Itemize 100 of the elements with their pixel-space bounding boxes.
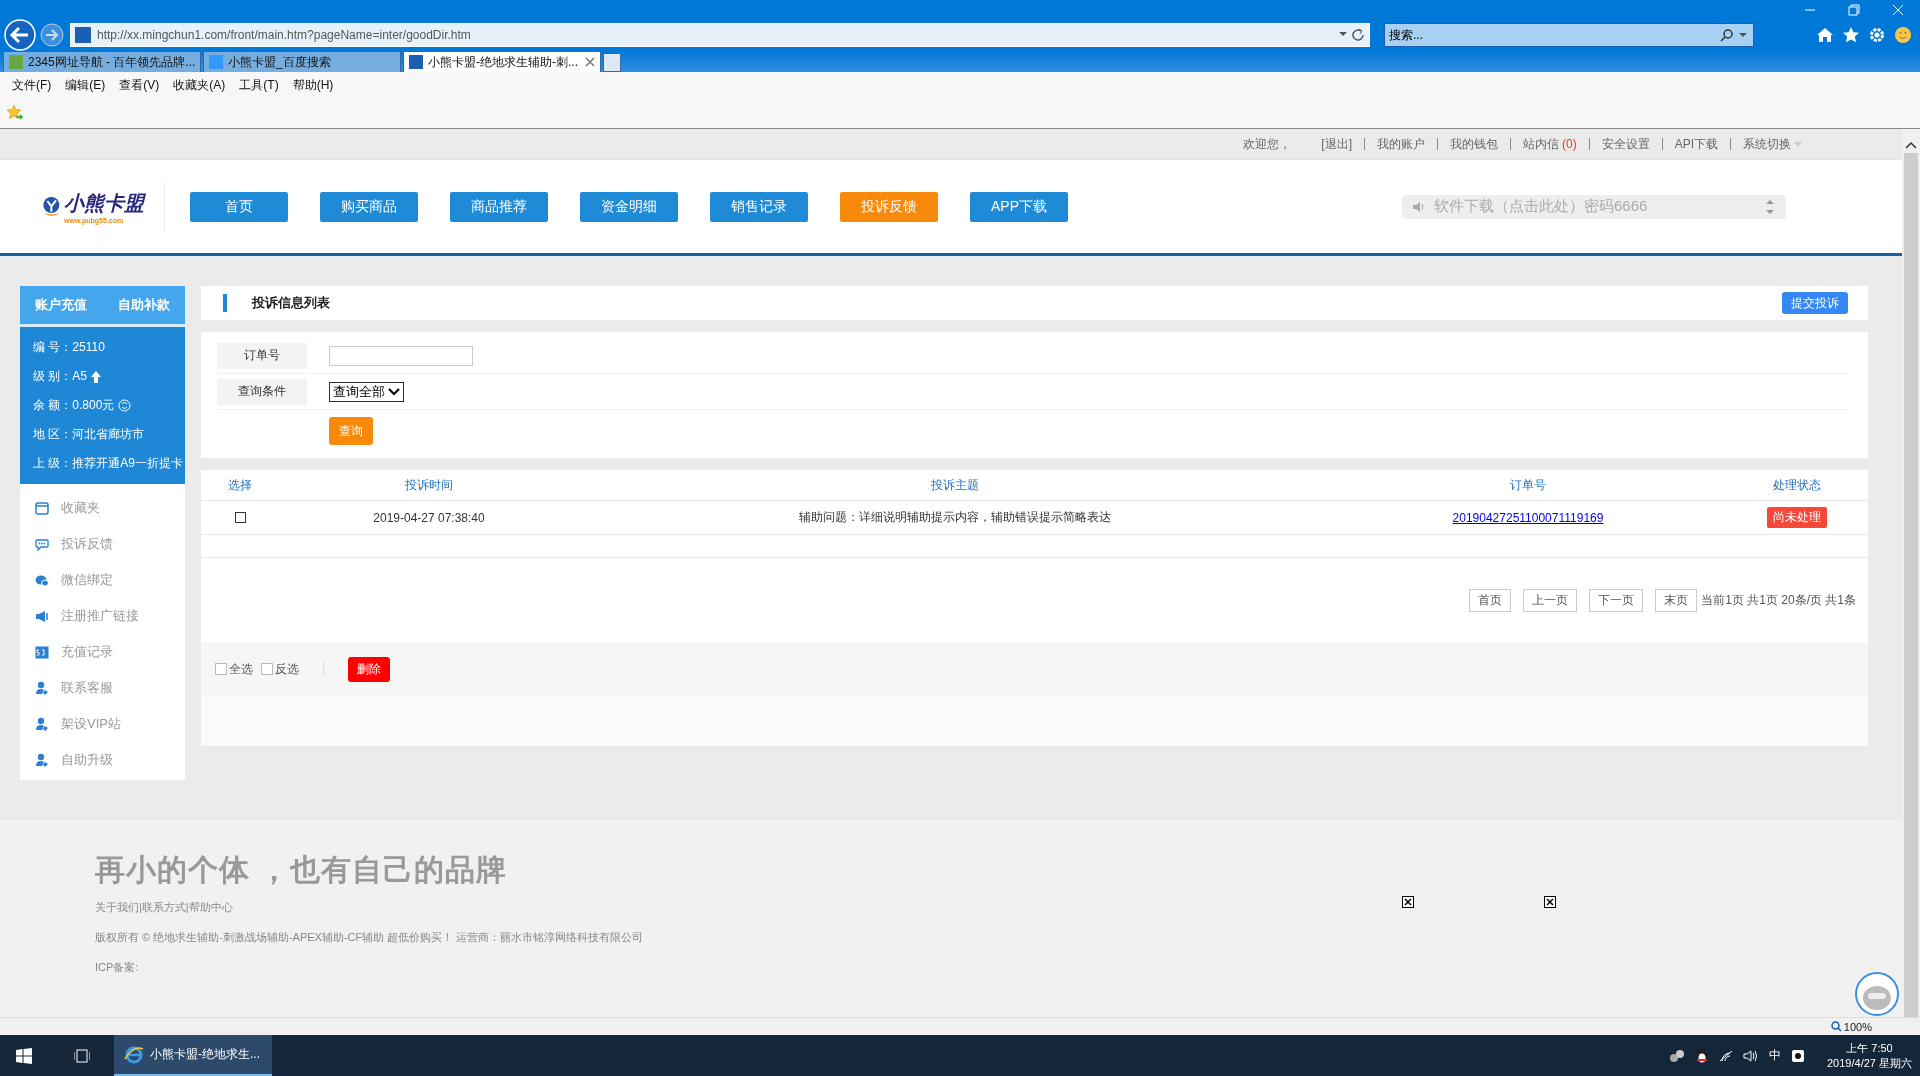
footer-links[interactable]: 关于我们|联系方式|帮助中心	[95, 892, 233, 922]
scrollbar-thumb[interactable]	[1904, 153, 1918, 1017]
search-input[interactable]: 搜索...	[1389, 25, 1719, 45]
account-info-text: 地 区：河北省廊坊市	[33, 426, 145, 443]
sidebar-menu-item[interactable]: 架设VIP站	[35, 706, 121, 742]
megaphone-icon	[35, 609, 49, 623]
browser-tab[interactable]: 小熊卡盟-绝地求生辅助-刺...	[403, 51, 601, 72]
chat-bubble-icon	[35, 537, 49, 551]
speaker-icon	[1412, 200, 1426, 213]
address-field[interactable]: http://xx.mingchun1.com/front/main.htm?pageName=inter/goodDir.htm	[70, 23, 1370, 47]
zoom-level[interactable]: 100%	[1830, 1020, 1872, 1033]
status-badge: 尚未处理	[1766, 507, 1827, 528]
search-field[interactable]: 搜索...	[1384, 23, 1754, 47]
dropdown-caret-icon[interactable]	[388, 387, 400, 396]
delete-button[interactable]: 删除	[348, 656, 390, 682]
folder-icon	[35, 501, 49, 515]
welcome-text: 欢迎您，	[1243, 135, 1292, 153]
row-checkbox[interactable]	[234, 512, 246, 523]
wifi-icon[interactable]	[1719, 1049, 1733, 1062]
pagination-button[interactable]: 末页	[1655, 588, 1698, 612]
settings-icon[interactable]	[1868, 26, 1886, 44]
account-info-text: 上 级：推荐开通A9一折提卡	[33, 455, 183, 472]
invert-selection-checkbox[interactable]: 反选	[261, 660, 299, 678]
browser-tab[interactable]: 2345网址导航 - 百年领先品牌...	[3, 51, 201, 72]
nav-button[interactable]: 商品推荐	[450, 191, 548, 222]
column-header: 订单号	[1509, 476, 1547, 494]
sidebar-menu-item[interactable]: 注册推广链接	[35, 598, 139, 634]
column-header: 选择	[227, 476, 253, 494]
top-link[interactable]: API下载	[1662, 138, 1731, 150]
star-icon[interactable]	[1842, 26, 1860, 44]
sidebar-menu-item[interactable]: 投诉反馈	[35, 526, 113, 562]
scroll-arrows-icon[interactable]	[1766, 198, 1774, 215]
sidebar-menu-item[interactable]: 自助升级	[35, 742, 113, 778]
top-link[interactable]: 站内信 (0)	[1511, 138, 1590, 150]
top-link[interactable]: 我的钱包	[1438, 138, 1511, 150]
volume-icon[interactable]	[1743, 1049, 1759, 1062]
chat-widget-icon[interactable]	[1854, 971, 1900, 1017]
pagination-button[interactable]: 上一页	[1523, 588, 1578, 612]
input-method-indicator[interactable]: 中	[1769, 1047, 1781, 1064]
search-icon[interactable]	[1719, 28, 1749, 42]
nav-button[interactable]: 资金明细	[580, 191, 678, 222]
top-link[interactable]: 系统切换	[1731, 138, 1814, 150]
menu-item[interactable]: 收藏夹(A)	[167, 76, 232, 94]
account-info-text: 级 别：A5	[33, 368, 87, 385]
submit-complaint-button[interactable]: 提交投诉	[1782, 292, 1848, 314]
windows-start-icon[interactable]	[16, 1047, 32, 1064]
network-icon[interactable]	[1669, 1048, 1685, 1063]
pagination-button[interactable]: 首页	[1469, 588, 1512, 612]
order-number-field[interactable]	[329, 345, 473, 366]
sidebar-action-link[interactable]: 自助补款	[117, 296, 170, 314]
menu-item[interactable]: 查看(V)	[113, 76, 166, 94]
notification-icon[interactable]	[1791, 1048, 1805, 1063]
icp-text: ICP备案:	[95, 959, 139, 975]
pagination-info: 当前1页 共1页 20条/页 共1条	[1701, 591, 1856, 609]
browser-icon	[124, 1044, 144, 1065]
top-link[interactable]: [退出]	[1309, 138, 1365, 150]
back-icon[interactable]	[4, 19, 36, 51]
condition-dropdown[interactable]: 查询全部	[329, 381, 404, 402]
chat-icon	[35, 573, 49, 587]
scroll-up-icon[interactable]	[1905, 141, 1917, 149]
favorites-star-icon[interactable]	[6, 104, 24, 122]
upgrade-arrow-icon[interactable]	[91, 370, 101, 383]
sidebar-menu-item[interactable]: 充值记录	[35, 634, 113, 670]
account-info-text: 编 号：25110	[33, 339, 105, 356]
system-clock[interactable]: 上午 7:50 2019/4/27 星期六	[1827, 1040, 1912, 1071]
nav-button[interactable]: APP下载	[970, 191, 1068, 222]
order-link[interactable]: 20190427251100071119169	[1452, 510, 1604, 525]
sidebar-menu-item[interactable]: 联系客服	[35, 670, 113, 706]
menu-item[interactable]: 工具(T)	[233, 76, 285, 94]
zoom-icon[interactable]	[1830, 1021, 1842, 1032]
top-link[interactable]: 安全设置	[1589, 138, 1663, 150]
refresh-icon[interactable]	[118, 399, 132, 412]
penguin-icon[interactable]	[1695, 1047, 1709, 1064]
close-icon[interactable]	[585, 57, 595, 67]
nav-button[interactable]: 购买商品	[320, 191, 418, 222]
broken-image-icon	[1544, 896, 1556, 908]
nav-button[interactable]: 首页	[190, 191, 288, 222]
top-link[interactable]: 我的账户	[1365, 138, 1438, 150]
browser-tab[interactable]: 小熊卡盟_百度搜索	[203, 51, 401, 72]
menu-item[interactable]: 文件(F)	[6, 76, 58, 94]
sidebar-menu-item[interactable]: 微信绑定	[35, 562, 113, 598]
user-icon	[35, 681, 49, 695]
sidebar-action-link[interactable]: 账户充值	[35, 296, 88, 314]
smiley-icon[interactable]	[1894, 26, 1912, 44]
menu-item[interactable]: 帮助(H)	[286, 76, 340, 94]
refresh-icon[interactable]	[1337, 26, 1365, 44]
new-tab-icon[interactable]	[603, 53, 621, 72]
select-all-checkbox[interactable]: 全选	[215, 660, 253, 678]
column-header: 处理状态	[1771, 476, 1822, 494]
home-icon[interactable]	[1816, 26, 1834, 44]
copyright-text: 版权所有 © 绝地求生辅助-刺激战场辅助-APEX辅助-CF辅助 超低价购买！ 运营商：丽水市铭淳网络科技有限公司	[95, 929, 644, 945]
pagination-button[interactable]: 下一页	[1589, 588, 1644, 612]
forward-icon[interactable]	[40, 23, 64, 47]
task-view-icon[interactable]	[74, 1048, 90, 1063]
menu-item[interactable]: 编辑(E)	[59, 76, 112, 94]
nav-button[interactable]: 销售记录	[710, 191, 808, 222]
column-header: 投诉时间	[404, 476, 454, 494]
taskbar-app-button[interactable]: 小熊卡盟-绝地求生...	[114, 1035, 272, 1076]
sidebar-menu-item[interactable]: 收藏夹	[35, 490, 100, 526]
table-cell-text: 2019-04-27 07:38:40	[372, 510, 486, 525]
